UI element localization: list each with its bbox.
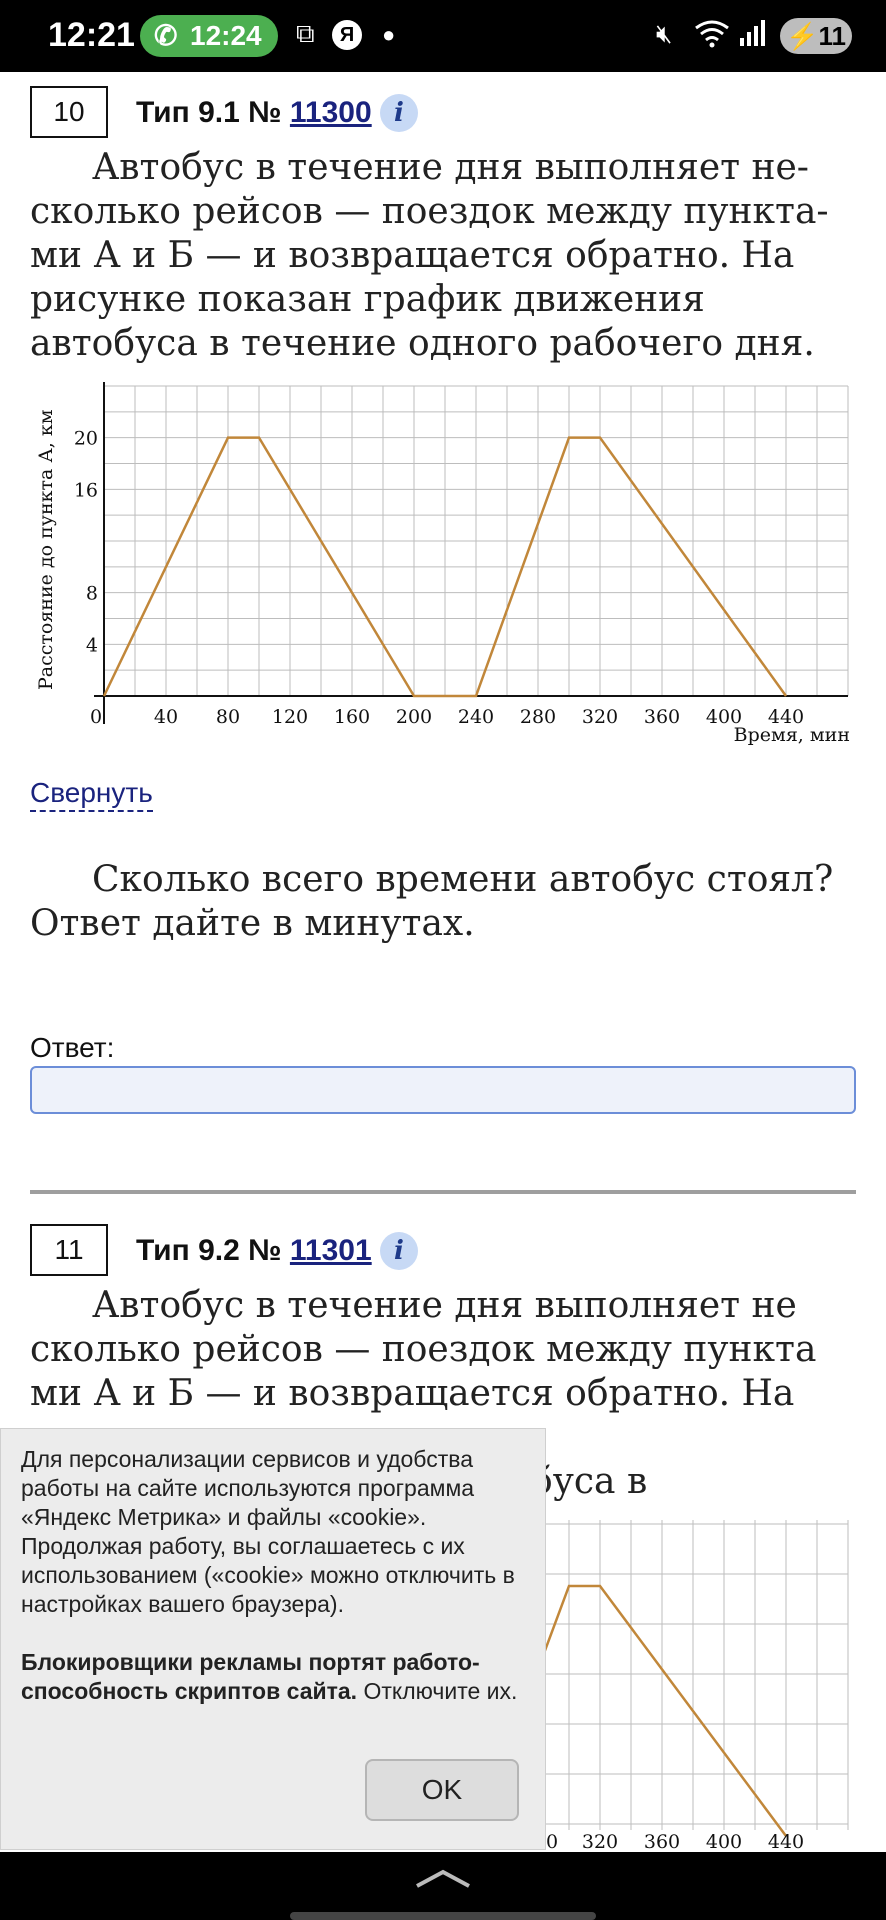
mute-icon: 🔇︎ — [656, 18, 673, 48]
chart-ticks: 0 40 80 120 160 200 240 280 320 360 400 440481620 — [74, 428, 804, 728]
adblock-warning-rest: Отключите их. — [357, 1678, 518, 1704]
chart-grid — [103, 385, 849, 697]
y-axis-label: Расстояние до пункта А, км — [35, 409, 57, 690]
chevron-up-icon[interactable] — [413, 1866, 473, 1890]
x-tick-label: 80 — [216, 706, 240, 728]
problem-number-box: 10 — [30, 86, 108, 138]
adblock-warning: Блокировщики рекламы портят работо­спосо… — [21, 1648, 531, 1706]
problem-id-link[interactable]: 11301 — [290, 1234, 372, 1267]
battery-icon: ⚡ — [786, 21, 819, 51]
home-gesture-bar[interactable] — [290, 1912, 596, 1920]
text-line: сколько рейсов — поездок между пункта­ — [30, 1329, 817, 1370]
battery-level: 11 — [818, 21, 846, 51]
y-tick-label: 4 — [86, 634, 98, 656]
info-icon[interactable]: i — [380, 1232, 418, 1270]
cookie-text: Для персонализации сервисов и удоб­ства … — [21, 1445, 531, 1706]
x-tick-label: 120 — [272, 706, 308, 728]
status-bar: 12:21 ✆ 12:24 ⧉ Я ● 🔇︎ ⚡11 — [0, 0, 886, 72]
x-tick-label: 240 — [458, 706, 494, 728]
x-tick-label: 440 — [768, 1831, 804, 1850]
battery-indicator: ⚡11 — [780, 18, 852, 54]
yandex-icon: Я — [332, 20, 362, 50]
problem-type: Тип 9.1 № 11300 — [136, 96, 372, 130]
chart-axes — [94, 382, 848, 724]
problem-text: Автобус в течение дня выполняет не­сколь… — [30, 147, 829, 364]
x-tick-label: 280 — [520, 706, 556, 728]
navigation-bar — [0, 1852, 886, 1920]
text-line: Автобус в течение дня выполняет не­ — [92, 1285, 797, 1326]
problem-number-box: 11 — [30, 1224, 108, 1276]
problem-type-label: Тип 9.1 № — [136, 96, 290, 129]
x-tick-label: 160 — [334, 706, 370, 728]
motion-graph: 0 40 80 120 160 200 240 280 320 360 400 440481620 Р… — [35, 382, 850, 746]
phone-icon: ✆ — [154, 20, 178, 51]
x-tick-label: 400 — [706, 1831, 742, 1850]
cookie-banner: Для персонализации сервисов и удоб­ства … — [0, 1428, 546, 1850]
y-tick-label: 8 — [86, 583, 98, 605]
chart-grid — [540, 1520, 849, 1830]
answer-field[interactable] — [30, 1066, 856, 1114]
signal-icon — [738, 18, 766, 55]
problem-id-link[interactable]: 11300 — [290, 96, 372, 129]
collapse-link[interactable]: Свернуть — [30, 776, 153, 812]
x-tick-label: 360 — [644, 1831, 680, 1850]
x-tick-label: 0 — [546, 1831, 558, 1850]
section-divider — [30, 1190, 856, 1194]
x-tick-label: 0 — [90, 706, 102, 728]
x-tick-label: 200 — [396, 706, 432, 728]
call-timer: 12:24 — [190, 20, 262, 51]
cookie-notice: Для персонализации сервисов и удоб­ства … — [21, 1446, 515, 1617]
dot-icon: ● — [382, 22, 396, 47]
clock: 12:21 — [48, 16, 135, 54]
y-tick-label: 16 — [74, 479, 98, 501]
info-icon[interactable]: i — [380, 94, 418, 132]
x-axis-label: Время, мин — [734, 724, 850, 746]
ongoing-call-chip[interactable]: ✆ 12:24 — [140, 15, 278, 57]
x-tick-label: 40 — [154, 706, 178, 728]
chart-ticks: 0 320 360 400 440 — [546, 1831, 804, 1850]
question-text: Сколько всего времени автобус стоял? Отв… — [30, 859, 834, 944]
x-tick-label: 320 — [582, 706, 618, 728]
x-tick-label: 360 — [644, 706, 680, 728]
answer-label: Ответ: — [30, 1032, 115, 1063]
wifi-icon — [694, 18, 730, 55]
x-tick-label: 320 — [582, 1831, 618, 1850]
problem-type: Тип 9.2 № 11301 — [136, 1234, 372, 1268]
screen-record-icon: ⧉ — [296, 18, 315, 48]
y-tick-label: 20 — [74, 428, 98, 450]
problem-type-label: Тип 9.2 № — [136, 1234, 290, 1267]
ok-button[interactable]: OK — [365, 1759, 519, 1821]
